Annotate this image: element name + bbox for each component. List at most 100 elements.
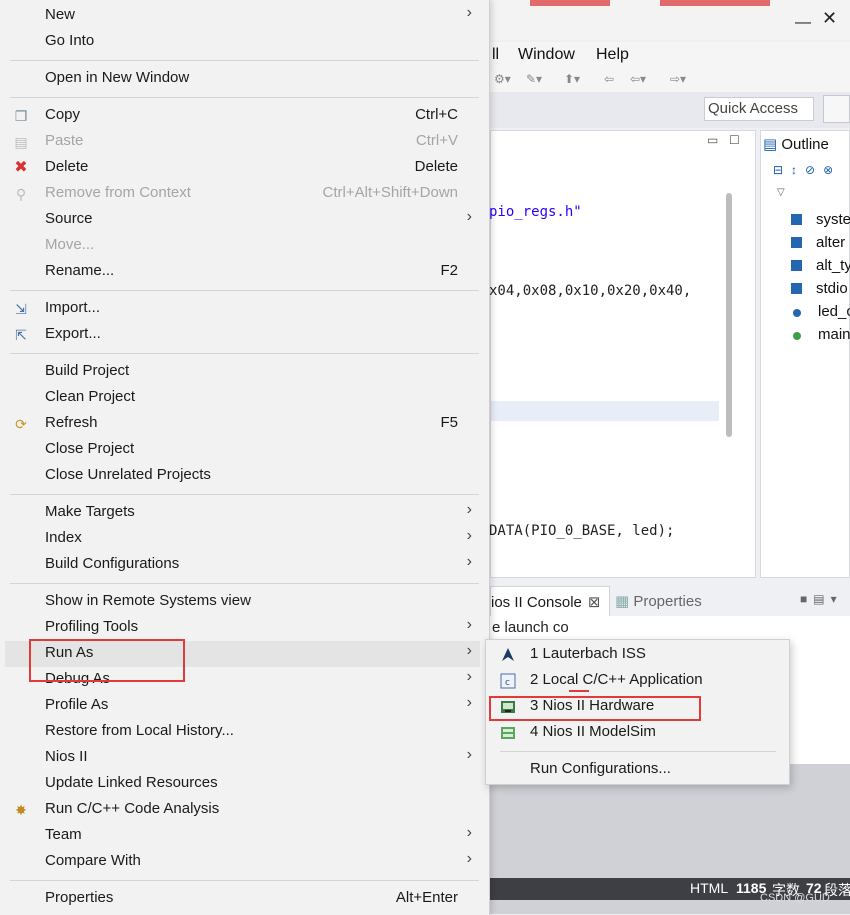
maximize-view-icon[interactable]: ☐ [729, 133, 740, 147]
outline-item[interactable]: stdio [791, 280, 848, 297]
include-icon [791, 260, 802, 271]
back-icon[interactable]: ⇦ [604, 72, 614, 86]
menu-item-move: Move... [45, 236, 95, 253]
menu-item-compare-with[interactable]: Compare With › [5, 849, 480, 875]
annotation-underline [569, 690, 589, 692]
menu-item-delete[interactable]: ✖ Delete Delete [5, 155, 480, 181]
menu-item-show-remote-systems[interactable]: Show in Remote Systems view [5, 589, 480, 615]
copy-icon: ❐ [14, 108, 28, 124]
menu-item-index[interactable]: Index › [5, 526, 480, 552]
menu-item-profile-as[interactable]: Profile As › [5, 693, 480, 719]
console-toolbar-icons[interactable]: ■▤▾ [800, 592, 843, 606]
separator [500, 751, 776, 752]
properties-tab[interactable]: ▦ Properties [615, 592, 702, 610]
menubar-window[interactable]: Window [518, 46, 575, 64]
forward-icon[interactable]: ⇨▾ [670, 72, 686, 86]
menu-item-close-unrelated-projects[interactable]: Close Unrelated Projects [5, 463, 480, 489]
menu-item-source[interactable]: Source › [5, 207, 480, 233]
svg-text:c: c [505, 678, 510, 688]
outline-item[interactable]: main [791, 326, 850, 343]
menu-item-go-into[interactable]: Go Into [5, 29, 480, 55]
menu-item-restore-local-history[interactable]: Restore from Local History... [5, 719, 480, 745]
submenu-item-lauterbach-iss[interactable]: 1 Lauterbach ISS [490, 642, 786, 668]
menu-item-import[interactable]: ⇲ Import... [5, 296, 480, 322]
chevron-right-icon: › [466, 553, 472, 570]
minimize-icon[interactable]: — [795, 14, 811, 32]
close-icon[interactable]: ✕ [822, 8, 837, 29]
menu-item-profiling-tools[interactable]: Profiling Tools › [5, 615, 480, 641]
status-mode: HTML [690, 880, 729, 896]
menu-item-team[interactable]: Team › [5, 823, 480, 849]
chevron-right-icon: › [466, 694, 472, 711]
menu-item-nios-ii[interactable]: Nios II › [5, 745, 480, 771]
menubar-item[interactable]: ll [492, 46, 499, 64]
menu-item-build-project[interactable]: Build Project [5, 359, 480, 385]
outline-tab[interactable]: ▤ Outline [763, 135, 829, 153]
chevron-right-icon: › [466, 850, 472, 867]
outline-item[interactable]: alter [791, 234, 845, 251]
properties-icon: ▦ [615, 593, 634, 610]
back-history-icon[interactable]: ⇦▾ [630, 72, 646, 86]
menu-item-copy[interactable]: ❐ Copy Ctrl+C [5, 103, 480, 129]
console-text: e launch co [492, 619, 569, 636]
minimize-view-icon[interactable]: ▭ [707, 133, 718, 147]
menu-item-close-project[interactable]: Close Project [5, 437, 480, 463]
include-icon [791, 283, 802, 294]
menu-item-run-code-analysis[interactable]: ✸ Run C/C++ Code Analysis [5, 797, 480, 823]
annotation-highlight-run-as [29, 639, 185, 682]
current-line-highlight [491, 401, 719, 421]
refresh-icon: ⟳ [15, 416, 27, 432]
separator [10, 353, 479, 354]
menu-item-make-targets[interactable]: Make Targets › [5, 500, 480, 526]
outline-toolbar-icons[interactable]: ⊟↕⊘⊗ [773, 163, 841, 177]
titlebar-accent [660, 0, 770, 6]
remove-context-icon: ⚲ [15, 186, 27, 202]
code-line: pio_regs.h" [489, 204, 582, 220]
menu-item-open-new-window[interactable]: Open in New Window [5, 66, 480, 92]
lauterbach-icon [500, 647, 516, 663]
toolbar: ⚙▾ ✎▾ ⬆▾ ⇦ ⇦▾ ⇨▾ [490, 68, 850, 92]
open-perspective-button[interactable] [823, 95, 850, 123]
outline-icon: ▤ [763, 136, 782, 153]
outline-item[interactable]: alt_ty [791, 257, 850, 274]
separator [10, 60, 479, 61]
toolbar-icon[interactable]: ⬆▾ [564, 72, 580, 86]
menu-item-new[interactable]: New › [5, 3, 480, 29]
editor-scrollbar[interactable] [726, 193, 732, 437]
menu-item-update-linked-resources[interactable]: Update Linked Resources [5, 771, 480, 797]
include-icon [791, 237, 802, 248]
outline-item[interactable]: syste [791, 211, 850, 228]
watermark: CSDN @GUD [760, 892, 830, 904]
menubar-help[interactable]: Help [596, 46, 629, 64]
chevron-right-icon: › [466, 616, 472, 633]
menu-item-refresh[interactable]: ⟳ Refresh F5 [5, 411, 480, 437]
console-tab[interactable]: ios II Console ⊠ [490, 586, 610, 616]
code-editor[interactable]: ▭ ☐ pio_regs.h" x04,0x08,0x10,0x20,0x40,… [489, 130, 756, 578]
variable-icon [793, 309, 801, 317]
chevron-right-icon: › [466, 527, 472, 544]
submenu-item-nios-ii-modelsim[interactable]: 4 Nios II ModelSim [490, 720, 786, 746]
submenu-item-run-configurations[interactable]: Run Configurations... [490, 757, 786, 783]
delete-icon: ✖ [14, 159, 28, 176]
modelsim-icon [500, 725, 516, 741]
expand-icon[interactable]: ▽ [777, 187, 785, 198]
toolbar-icon[interactable]: ⚙▾ [494, 72, 511, 86]
submenu-item-local-c-app[interactable]: c 2 Local C/C++ Application [490, 668, 786, 694]
separator [10, 290, 479, 291]
menu-item-properties[interactable]: Properties Alt+Enter [5, 886, 480, 912]
context-menu: New › Go Into Open in New Window ❐ Copy Ctr… [0, 0, 490, 915]
close-tab-icon[interactable]: ⊠ [588, 594, 601, 611]
toolbar-icon[interactable]: ✎▾ [526, 72, 542, 86]
quick-access-input[interactable]: Quick Access [704, 97, 814, 121]
annotation-highlight-nios-hardware [489, 696, 701, 721]
export-icon: ⇱ [15, 327, 27, 343]
code-line: x04,0x08,0x10,0x20,0x40, [489, 283, 692, 299]
menu-item-export[interactable]: ⇱ Export... [5, 322, 480, 348]
outline-item[interactable]: led_c [791, 303, 850, 320]
import-icon: ⇲ [15, 301, 27, 317]
menubar: ll Window Help [490, 42, 850, 68]
outline-view: ▤ Outline ⊟↕⊘⊗ ▽ syste alter alt_ty stdi… [760, 130, 850, 578]
menu-item-build-configurations[interactable]: Build Configurations › [5, 552, 480, 578]
menu-item-clean-project[interactable]: Clean Project [5, 385, 480, 411]
menu-item-rename[interactable]: Rename... F2 [5, 259, 480, 285]
